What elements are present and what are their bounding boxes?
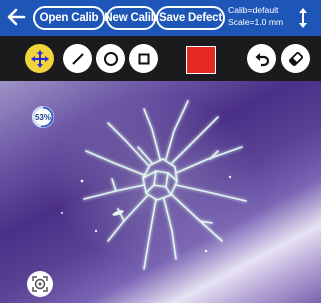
circle-tool-button[interactable] bbox=[96, 44, 125, 73]
undo-button[interactable] bbox=[247, 44, 276, 73]
undo-icon bbox=[255, 52, 269, 66]
eraser-icon bbox=[288, 51, 303, 66]
calibration-info: Calib=default Scale=1.0 mm bbox=[228, 4, 286, 28]
scale-text: Scale=1.0 mm bbox=[228, 17, 284, 27]
back-button[interactable] bbox=[3, 4, 29, 30]
eraser-button[interactable] bbox=[281, 44, 310, 73]
square-tool-button[interactable] bbox=[129, 44, 158, 73]
processing-progress: 53% bbox=[31, 105, 55, 129]
open-calib-button[interactable]: Open Calib bbox=[33, 6, 105, 30]
move-arrows-icon bbox=[30, 49, 49, 68]
app-screen: Open Calib New Calib Save Defect Calib=d… bbox=[0, 0, 321, 303]
color-picker-swatch[interactable] bbox=[186, 46, 216, 74]
locate-target-icon bbox=[32, 276, 48, 292]
progress-percent-text: 53% bbox=[34, 112, 51, 122]
sort-toggle-button[interactable] bbox=[294, 6, 312, 30]
line-tool-icon bbox=[71, 52, 84, 65]
image-canvas[interactable]: 53% bbox=[0, 81, 321, 303]
pan-tool-button[interactable] bbox=[25, 44, 54, 73]
top-app-bar: Open Calib New Calib Save Defect Calib=d… bbox=[0, 0, 321, 36]
speckle-marks bbox=[61, 175, 232, 253]
calib-name-text: Calib=default bbox=[228, 5, 279, 15]
circle-tool-icon bbox=[103, 51, 118, 66]
locate-button[interactable] bbox=[27, 271, 53, 297]
line-tool-button[interactable] bbox=[63, 44, 92, 73]
drawing-toolbar bbox=[0, 36, 321, 81]
square-tool-icon bbox=[138, 53, 149, 64]
sort-arrows-icon bbox=[299, 8, 307, 28]
arrow-left-icon bbox=[7, 8, 26, 26]
new-calib-button[interactable]: New Calib bbox=[104, 6, 158, 30]
crack-pattern bbox=[83, 100, 247, 270]
save-defect-button[interactable]: Save Defect bbox=[156, 6, 225, 30]
